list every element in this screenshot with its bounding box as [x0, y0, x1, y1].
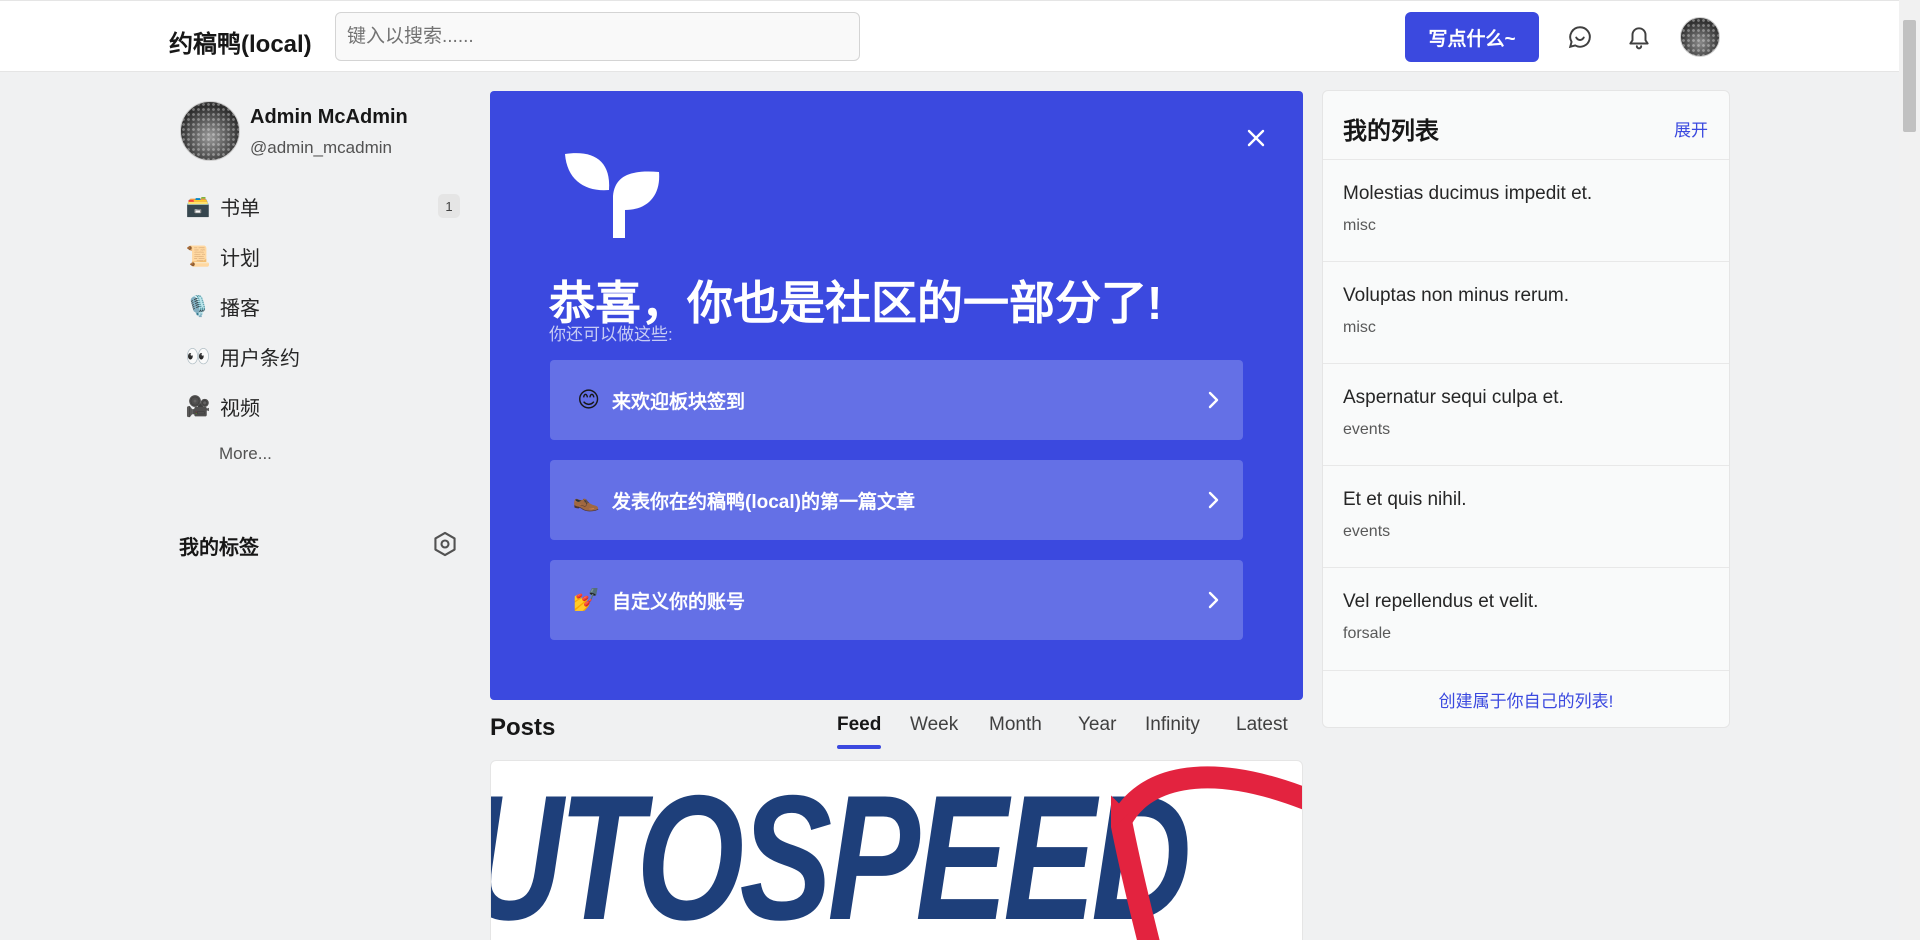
sprout-logo-icon — [565, 153, 660, 238]
scroll-icon: 📜 — [185, 245, 211, 268]
bell-icon[interactable] — [1621, 19, 1657, 55]
action-first-post[interactable]: 👞 发表你在约稿鸭(local)的第一篇文章 — [550, 460, 1243, 540]
chevron-right-icon — [1183, 590, 1243, 610]
tab-feed[interactable]: Feed — [837, 714, 881, 736]
close-icon[interactable] — [1238, 120, 1274, 156]
tags-heading: 我的标签 — [179, 537, 259, 559]
list-item-title: Molestias ducimus impedit et. — [1343, 183, 1593, 204]
count-badge: 1 — [438, 194, 460, 218]
sidebar-item-terms[interactable]: 👀 用户条约 — [176, 335, 462, 377]
list-item-tag: events — [1343, 523, 1391, 540]
action-customize-account[interactable]: 💅 自定义你的账号 — [550, 560, 1243, 640]
tab-latest[interactable]: Latest — [1236, 714, 1288, 736]
profile-handle: @admin_mcadmin — [250, 138, 392, 157]
list-item-tag: events — [1343, 421, 1391, 438]
list-item-tag: forsale — [1343, 625, 1392, 642]
list-item-title: Vel repellendus et velit. — [1343, 591, 1539, 612]
list-item-tag: misc — [1343, 319, 1376, 336]
sidebar-item-label: 计划 — [220, 247, 260, 270]
profile-name[interactable]: Admin McAdmin — [250, 106, 408, 129]
page-scrollbar[interactable] — [1899, 0, 1920, 940]
eyes-icon: 👀 — [185, 345, 211, 368]
sidebar-item-plan[interactable]: 📜 计划 — [176, 235, 462, 277]
tab-week[interactable]: Week — [910, 714, 958, 736]
list-item-title: Et et quis nihil. — [1343, 489, 1467, 510]
welcome-subtitle: 你还可以做这些: — [549, 325, 673, 344]
active-tab-indicator — [837, 745, 881, 749]
post-cover-image: UTOSPEED — [490, 760, 1191, 940]
my-lists-heading: 我的列表 — [1343, 118, 1439, 145]
list-item[interactable]: Et et quis nihil. events — [1323, 465, 1729, 567]
action-label: 发表你在约稿鸭(local)的第一篇文章 — [612, 491, 915, 513]
chat-icon[interactable] — [1562, 19, 1598, 55]
tab-month[interactable]: Month — [989, 714, 1042, 736]
post-card[interactable]: UTOSPEED — [490, 760, 1303, 940]
tab-infinity[interactable]: Infinity — [1145, 714, 1200, 736]
list-item[interactable]: Molestias ducimus impedit et. misc — [1323, 159, 1729, 261]
user-avatar-menu[interactable] — [1680, 17, 1720, 57]
expand-link[interactable]: 展开 — [1674, 116, 1708, 141]
tab-year[interactable]: Year — [1078, 714, 1116, 736]
write-post-button[interactable]: 写点什么~ — [1405, 12, 1539, 62]
sidebar-item-video[interactable]: 🎥 视频 — [176, 385, 462, 427]
shoe-icon: 👞 — [572, 487, 600, 512]
profile-avatar[interactable] — [180, 101, 240, 161]
cover-swoosh-graphic — [1111, 766, 1302, 940]
sidebar-item-podcast[interactable]: 🎙️ 播客 — [176, 285, 462, 327]
search-input[interactable] — [335, 12, 860, 61]
sidebar-item-label: 播客 — [220, 297, 260, 320]
microphone-icon: 🎙️ — [185, 295, 211, 318]
lists-footer: 创建属于你自己的列表! — [1323, 670, 1729, 727]
create-list-link[interactable]: 创建属于你自己的列表! — [1439, 687, 1614, 712]
list-item[interactable]: Voluptas non minus rerum. misc — [1323, 261, 1729, 363]
sidebar-item-label: 用户条约 — [220, 347, 300, 370]
scrollbar-thumb[interactable] — [1903, 20, 1916, 132]
chevron-right-icon — [1183, 390, 1243, 410]
sidebar-item-label: 视频 — [220, 397, 260, 420]
action-label: 自定义你的账号 — [612, 591, 746, 613]
site-logo[interactable]: 约稿鸭(local) — [169, 24, 312, 59]
card-box-icon: 🗃️ — [185, 195, 211, 218]
settings-hex-icon[interactable] — [428, 527, 462, 561]
posts-heading: Posts — [490, 714, 556, 741]
action-welcome-checkin[interactable]: 😊 来欢迎板块签到 — [550, 360, 1243, 440]
action-label: 来欢迎板块签到 — [612, 391, 746, 413]
list-item-title: Voluptas non minus rerum. — [1343, 285, 1570, 306]
sidebar-more-link[interactable]: More... — [219, 444, 272, 464]
list-item-title: Aspernatur sequi culpa et. — [1343, 387, 1564, 408]
list-item-tag: misc — [1343, 217, 1376, 234]
top-header: 约稿鸭(local) 写点什么~ — [0, 0, 1899, 72]
sidebar-item-label: 书单 — [220, 197, 260, 220]
chevron-right-icon — [1183, 490, 1243, 510]
smile-icon: 😊 — [577, 387, 600, 412]
sidebar-item-booklist[interactable]: 🗃️ 书单 1 — [176, 185, 462, 227]
movie-camera-icon: 🎥 — [185, 395, 211, 418]
nail-polish-icon: 💅 — [572, 587, 600, 612]
list-item[interactable]: Vel repellendus et velit. forsale — [1323, 567, 1729, 669]
list-item[interactable]: Aspernatur sequi culpa et. events — [1323, 363, 1729, 465]
